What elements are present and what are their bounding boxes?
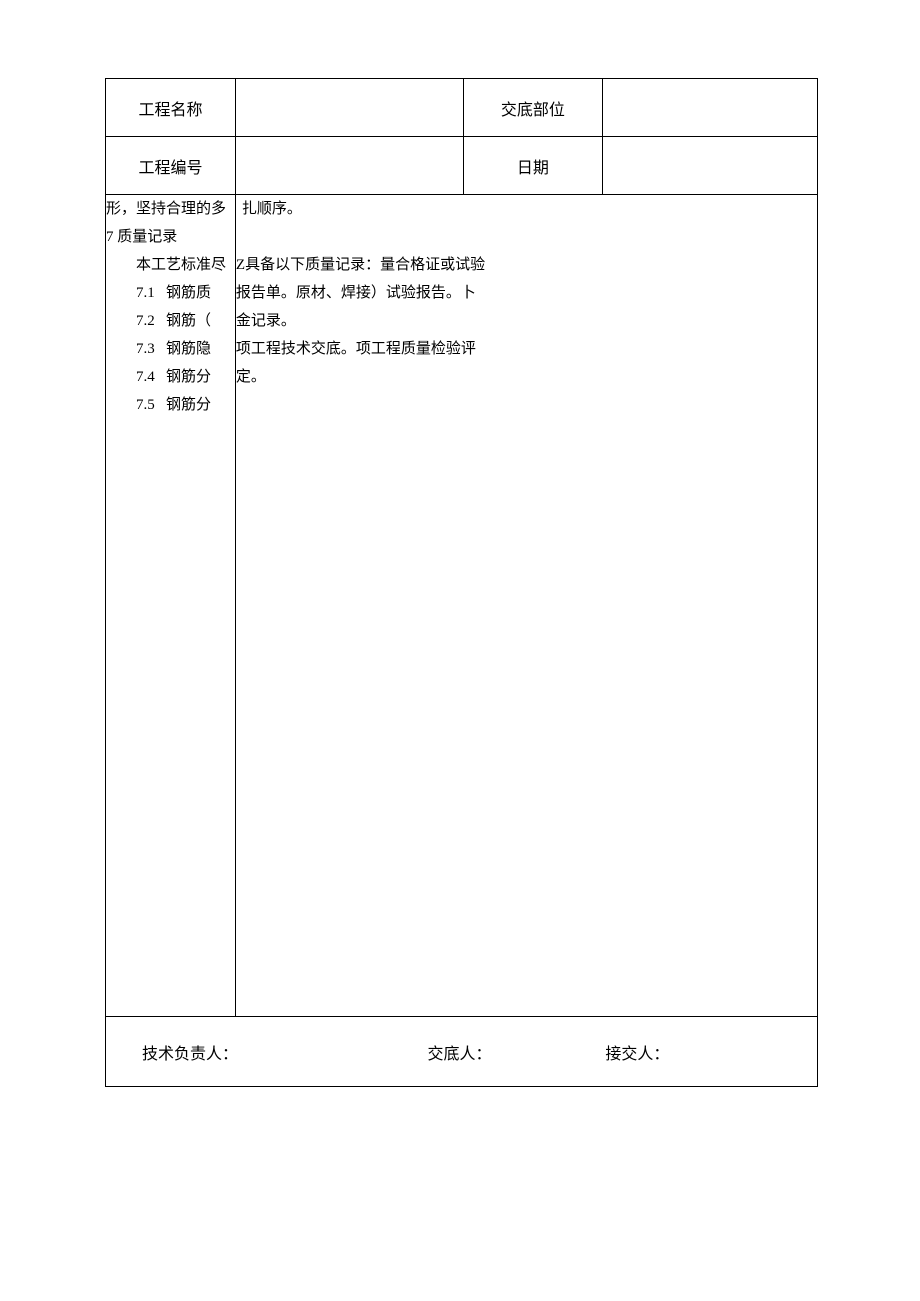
left-line-2: 7 质量记录 (106, 223, 235, 251)
item-no: 7.3 (136, 341, 155, 357)
item-no: 7.2 (136, 313, 155, 329)
left-line-1: 形，坚持合理的多 (106, 195, 235, 223)
left-item: 7.5 钢筋分 (106, 391, 235, 419)
right-para-1: Z具备以下质量记录：量合格证或试验报告单。原材、焊接）试验报告。卜金记录。 (236, 251, 486, 335)
project-name-value (235, 79, 463, 137)
footer-disclosed-by: 交底人： (354, 1040, 566, 1064)
footer-tech-lead: 技术负责人： (106, 1040, 354, 1064)
item-no: 7.5 (136, 397, 155, 413)
item-text: 钢筋隐 (166, 341, 211, 357)
left-item: 7.2 钢筋（ (106, 307, 235, 335)
left-intro-prefix: 本工艺标准尽 (106, 251, 235, 279)
header-row-2: 工程编号 日期 (106, 137, 818, 195)
left-item: 7.4 钢筋分 (106, 363, 235, 391)
position-label: 交底部位 (463, 79, 603, 137)
item-text: 钢筋分 (166, 397, 211, 413)
footer-row: 技术负责人： 交底人： 接交人： (106, 1017, 818, 1087)
project-no-value (235, 137, 463, 195)
left-item: 7.3 钢筋隐 (106, 335, 235, 363)
item-no: 7.1 (136, 285, 155, 301)
right-line-1: 扎顺序。 (236, 195, 486, 223)
item-text: 钢筋分 (166, 369, 211, 385)
right-para-2: 项工程技术交底。项工程质量检验评定。 (236, 335, 486, 391)
item-no: 7.4 (136, 369, 155, 385)
body-row: 形，坚持合理的多 7 质量记录 本工艺标准尽 7.1 钢筋质 7.2 钢筋（ 7… (106, 195, 818, 1017)
header-row-1: 工程名称 交底部位 (106, 79, 818, 137)
left-item: 7.1 钢筋质 (106, 279, 235, 307)
item-text: 钢筋质 (166, 285, 211, 301)
position-value (603, 79, 818, 137)
document-table: 工程名称 交底部位 工程编号 日期 形，坚持合理的多 7 质量记录 本工艺标准尽… (105, 78, 818, 1087)
item-text: 钢筋（ (166, 313, 211, 329)
body-left-column: 形，坚持合理的多 7 质量记录 本工艺标准尽 7.1 钢筋质 7.2 钢筋（ 7… (106, 195, 236, 1017)
date-value (603, 137, 818, 195)
project-name-label: 工程名称 (106, 79, 236, 137)
body-right-column: 扎顺序。 Z具备以下质量记录：量合格证或试验报告单。原材、焊接）试验报告。卜金记… (235, 195, 817, 1017)
project-no-label: 工程编号 (106, 137, 236, 195)
footer-received-by: 接交人： (565, 1040, 817, 1064)
date-label: 日期 (463, 137, 603, 195)
